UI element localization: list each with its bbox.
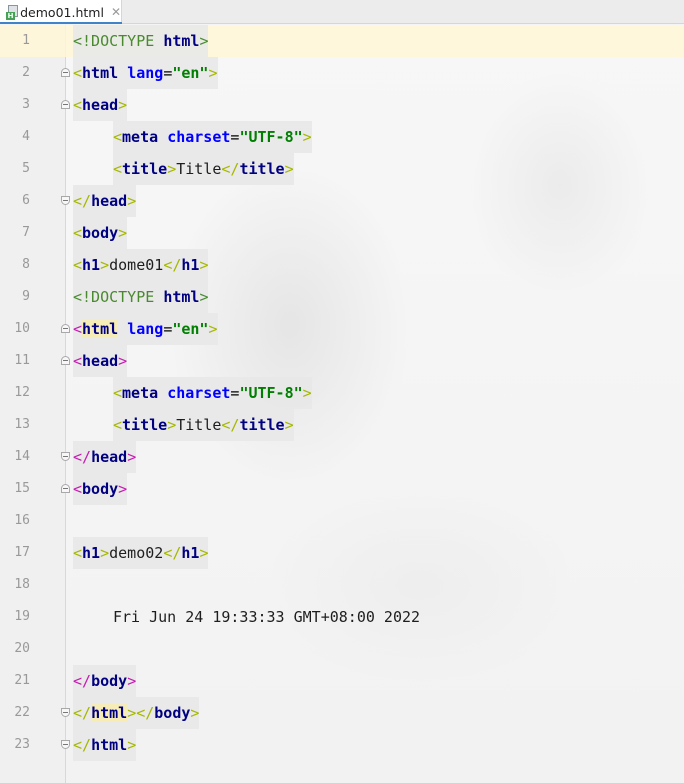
code-line-17[interactable]: 17 <h1>demo02</h1> — [0, 537, 684, 569]
code-line-5[interactable]: 5 <title>Title</title> — [0, 153, 684, 185]
fold-toggle-icon[interactable] — [61, 68, 70, 77]
code-line-8[interactable]: 8 <h1>dome01</h1> — [0, 249, 684, 281]
line-number: 13 — [14, 417, 30, 432]
code-line-1[interactable]: 1 <!DOCTYPE html> — [0, 25, 684, 57]
fold-toggle-icon[interactable] — [61, 740, 70, 749]
line-number: 6 — [22, 193, 30, 208]
code-text: <body> — [73, 217, 128, 249]
line-number: 15 — [14, 481, 30, 496]
code-line-11[interactable]: 11 <head> — [0, 345, 684, 377]
code-line-19[interactable]: 19 Fri Jun 24 19:33:33 GMT+08:00 2022 — [0, 601, 684, 633]
code-line-2[interactable]: 2 <html lang="en"> — [0, 57, 684, 89]
code-text: <head> — [73, 89, 128, 121]
code-editor[interactable]: 1 <!DOCTYPE html> 2 <html lang="en"> 3 <… — [0, 25, 684, 783]
line-number: 8 — [22, 257, 30, 272]
line-number: 18 — [14, 577, 30, 592]
code-line-9[interactable]: 9 <!DOCTYPE html> — [0, 281, 684, 313]
line-number: 20 — [14, 641, 30, 656]
code-text: <html lang="en"> — [73, 313, 218, 345]
code-line-21[interactable]: 21 </body> — [0, 665, 684, 697]
code-line-10[interactable]: 10 <html lang="en"> — [0, 313, 684, 345]
fold-toggle-icon[interactable] — [61, 452, 70, 461]
code-line-6[interactable]: 6 </head> — [0, 185, 684, 217]
code-text: </head> — [73, 185, 137, 217]
code-text: </html> — [73, 729, 137, 761]
line-number: 2 — [22, 65, 30, 80]
code-text: </html></body> — [73, 697, 200, 729]
line-number: 12 — [14, 385, 30, 400]
code-text: <head> — [73, 345, 128, 377]
line-number: 7 — [22, 225, 30, 240]
tab-demo01[interactable]: H demo01.html ✕ — [0, 0, 122, 24]
line-number: 21 — [14, 673, 30, 688]
code-line-4[interactable]: 4 <meta charset="UTF-8"> — [0, 121, 684, 153]
line-number: 10 — [14, 321, 30, 336]
line-number: 14 — [14, 449, 30, 464]
code-text: <body> — [73, 473, 128, 505]
line-number: 11 — [14, 353, 30, 368]
line-number: 23 — [14, 737, 30, 752]
line-number: 17 — [14, 545, 30, 560]
close-icon[interactable]: ✕ — [111, 6, 121, 18]
code-text: </head> — [73, 441, 137, 473]
code-line-12[interactable]: 12 <meta charset="UTF-8"> — [0, 377, 684, 409]
editor-tab-bar: H demo01.html ✕ — [0, 0, 684, 24]
line-number: 1 — [22, 33, 30, 48]
code-text: Fri Jun 24 19:33:33 GMT+08:00 2022 — [113, 608, 421, 626]
code-text: <title>Title</title> — [113, 409, 294, 441]
line-number: 9 — [22, 289, 30, 304]
html-file-icon: H — [6, 4, 18, 20]
code-line-23[interactable]: 23 </html> — [0, 729, 684, 761]
code-line-3[interactable]: 3 <head> — [0, 89, 684, 121]
fold-toggle-icon[interactable] — [61, 100, 70, 109]
tab-label: demo01.html — [20, 4, 104, 20]
code-text: <h1>dome01</h1> — [73, 249, 209, 281]
code-text: <html lang="en"> — [73, 57, 218, 89]
code-text: <meta charset="UTF-8"> — [113, 121, 312, 153]
code-line-13[interactable]: 13 <title>Title</title> — [0, 409, 684, 441]
active-tab-indicator — [0, 22, 122, 24]
fold-toggle-icon[interactable] — [61, 324, 70, 333]
fold-toggle-icon[interactable] — [61, 196, 70, 205]
code-line-15[interactable]: 15 <body> — [0, 473, 684, 505]
code-line-22[interactable]: 22 </html></body> — [0, 697, 684, 729]
code-text: <!DOCTYPE html> — [73, 281, 209, 313]
code-line-16[interactable]: 16 — [0, 505, 684, 537]
code-text: <!DOCTYPE html> — [73, 25, 209, 57]
code-line-18[interactable]: 18 — [0, 569, 684, 601]
line-number: 22 — [14, 705, 30, 720]
code-line-20[interactable]: 20 — [0, 633, 684, 665]
code-text: <meta charset="UTF-8"> — [113, 377, 312, 409]
line-number: 3 — [22, 97, 30, 112]
code-text: <h1>demo02</h1> — [73, 537, 209, 569]
fold-toggle-icon[interactable] — [61, 356, 70, 365]
line-number: 5 — [22, 161, 30, 176]
fold-toggle-icon[interactable] — [61, 708, 70, 717]
code-text: </body> — [73, 665, 137, 697]
line-number: 19 — [14, 609, 30, 624]
line-number: 4 — [22, 129, 30, 144]
fold-toggle-icon[interactable] — [61, 484, 70, 493]
code-line-14[interactable]: 14 </head> — [0, 441, 684, 473]
code-line-7[interactable]: 7 <body> — [0, 217, 684, 249]
code-text: <title>Title</title> — [113, 153, 294, 185]
line-number: 16 — [14, 513, 30, 528]
